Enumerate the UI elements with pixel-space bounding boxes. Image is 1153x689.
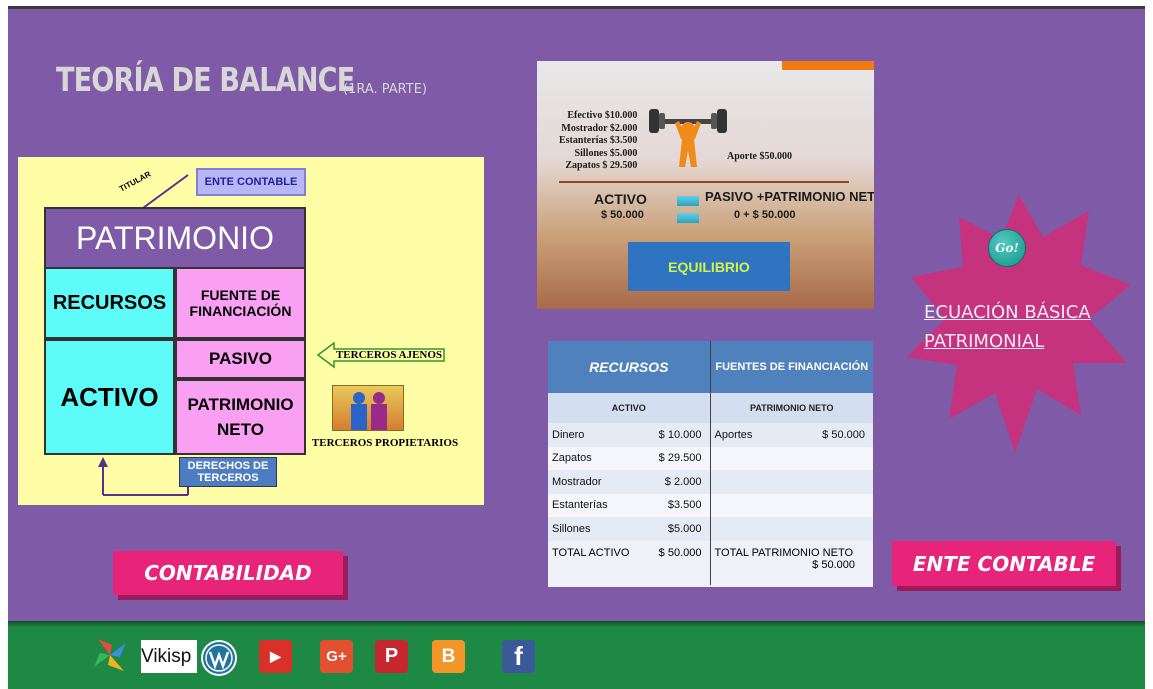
row-label: Mostrador: [548, 470, 648, 494]
divider-line: [559, 181, 849, 183]
aporte-label: Aporte $50.000: [727, 151, 792, 162]
row-right-label: [709, 470, 785, 494]
site-logo-icon[interactable]: [90, 635, 130, 681]
asset-item: Sillones $5.000: [574, 147, 638, 159]
row-right-label: Aportes: [709, 423, 785, 447]
table-header-row: RECURSOS FUENTES DE FINANCIACIÓN: [548, 341, 873, 393]
contabilidad-button[interactable]: CONTABILIDAD: [113, 551, 343, 595]
total-activo-value: $ 50.000: [648, 540, 710, 585]
table-row: Sillones $5.000: [548, 517, 873, 541]
equation-pasivo-values: 0 + $ 50.000: [734, 209, 796, 221]
asset-item: Mostrador $2.000: [561, 122, 638, 134]
row-value: $ 2.000: [648, 470, 710, 494]
page: TEORÍA DE BALANCE (1RA. PARTE) TITULAR E…: [0, 0, 1153, 689]
equation-activo: ACTIVO: [594, 191, 647, 207]
page-title: TEORÍA DE BALANCE: [56, 60, 355, 99]
subheader-patrimonio-neto: PATRIMONIO NETO: [709, 393, 873, 423]
equation-activo-value: $ 50.000: [601, 209, 644, 221]
businessmen-image: [332, 385, 404, 431]
row-right-label: [709, 517, 785, 541]
equation-image: Efectivo $10.000 Mostrador $2.000 Estant…: [537, 61, 874, 309]
table-total-row: TOTAL ACTIVO $ 50.000 TOTAL PATRIMONIO N…: [548, 540, 873, 585]
youtube-icon[interactable]: ▶: [259, 640, 292, 673]
wikispaces-icon[interactable]: Vikisp: [141, 640, 197, 673]
table-row: Dinero $ 10.000 Aportes $ 50.000: [548, 423, 873, 447]
patrimonio-neto-cell: PATRIMONIO NETO: [175, 379, 306, 455]
row-right-label: [709, 446, 785, 470]
wordpress-icon[interactable]: [201, 640, 237, 676]
asset-item: Zapatos $ 29.500: [565, 160, 638, 171]
row-value: $3.500: [648, 493, 710, 517]
pinwheel-icon: [94, 639, 126, 671]
equals-sign: [677, 213, 699, 223]
ente-contable-button[interactable]: ENTE CONTABLE: [892, 541, 1116, 586]
row-right-value: [784, 470, 873, 494]
assets-list: Efectivo $10.000 Mostrador $2.000 Estant…: [559, 110, 637, 173]
go-button[interactable]: Go!: [988, 229, 1026, 267]
equation-pasivo: PASIVO +PATRIMONIO NETO: [705, 189, 874, 204]
fuente-financiacion-cell: FUENTE DE FINANCIACIÓN: [175, 267, 306, 339]
asset-item: Efectivo $10.000: [567, 110, 638, 121]
top-border: [0, 0, 1153, 9]
asset-item: Estanterías $3.500: [559, 135, 638, 146]
page-subtitle: (1RA. PARTE): [343, 82, 427, 97]
subheader-activo: ACTIVO: [548, 393, 710, 423]
google-plus-icon[interactable]: G+: [320, 640, 353, 673]
patrimonio-diagram: TITULAR ENTE CONTABLE PATRIMONIO RECURSO…: [18, 157, 484, 505]
row-right-value: [784, 446, 873, 470]
facebook-icon[interactable]: f: [502, 640, 535, 673]
row-value: $5.000: [648, 517, 710, 541]
equals-sign: [677, 196, 699, 206]
table-subheader-row: ACTIVO PATRIMONIO NETO: [548, 393, 873, 423]
patrimonio-header: PATRIMONIO: [44, 207, 306, 269]
row-value: $ 10.000: [648, 423, 710, 447]
total-patrimonio-neto-label: TOTAL PATRIMONIO NETO: [714, 546, 854, 559]
ecuacion-link-line1[interactable]: ECUACIÓN BÁSICA: [924, 298, 1124, 327]
total-patrimonio-neto: TOTAL PATRIMONIO NETO $ 50.000: [709, 540, 873, 585]
balance-table: RECURSOS FUENTES DE FINANCIACIÓN ACTIVO …: [548, 341, 873, 587]
row-label: Dinero: [548, 423, 648, 447]
terceros-ajenos-label: TERCEROS AJENOS: [335, 349, 443, 361]
table-row: Estanterías $3.500: [548, 493, 873, 517]
ecuacion-link-line2[interactable]: PATRIMONIAL: [924, 327, 1124, 356]
row-right-label: [709, 493, 785, 517]
ecuacion-basica-link[interactable]: ECUACIÓN BÁSICA PATRIMONIAL: [924, 298, 1124, 356]
blogger-icon[interactable]: B: [432, 640, 465, 673]
terceros-propietarios-label: TERCEROS PROPIETARIOS: [311, 437, 459, 449]
row-label: Estanterías: [548, 493, 648, 517]
table-row: Zapatos $ 29.500: [548, 446, 873, 470]
header-recursos: RECURSOS: [548, 341, 710, 393]
ente-contable-box: ENTE CONTABLE: [196, 168, 306, 196]
image-tag: [782, 61, 874, 70]
total-activo-label: TOTAL ACTIVO: [548, 540, 648, 585]
total-patrimonio-neto-value: $ 50.000: [812, 558, 855, 571]
activo-cell: ACTIVO: [44, 339, 175, 455]
row-value: $ 29.500: [648, 446, 710, 470]
header-fuentes: FUENTES DE FINANCIACIÓN: [709, 341, 873, 393]
pinterest-icon[interactable]: P: [375, 640, 408, 673]
row-label: Zapatos: [548, 446, 648, 470]
row-right-value: $ 50.000: [784, 423, 873, 447]
row-label: Sillones: [548, 517, 648, 541]
table-row: Mostrador $ 2.000: [548, 470, 873, 494]
derechos-terceros-box: DERECHOS DE TERCEROS: [179, 457, 277, 487]
footer-bar: Vikisp ▶ G+ P B f: [8, 621, 1145, 689]
weightlifter-icon: [649, 109, 727, 167]
businessmen-icon: [351, 392, 387, 430]
equilibrio-box: EQUILIBRIO: [628, 242, 790, 291]
recursos-cell: RECURSOS: [44, 267, 175, 339]
row-right-value: [784, 517, 873, 541]
wordpress-logo: [203, 642, 235, 674]
pasivo-cell: PASIVO: [175, 339, 306, 379]
row-right-value: [784, 493, 873, 517]
